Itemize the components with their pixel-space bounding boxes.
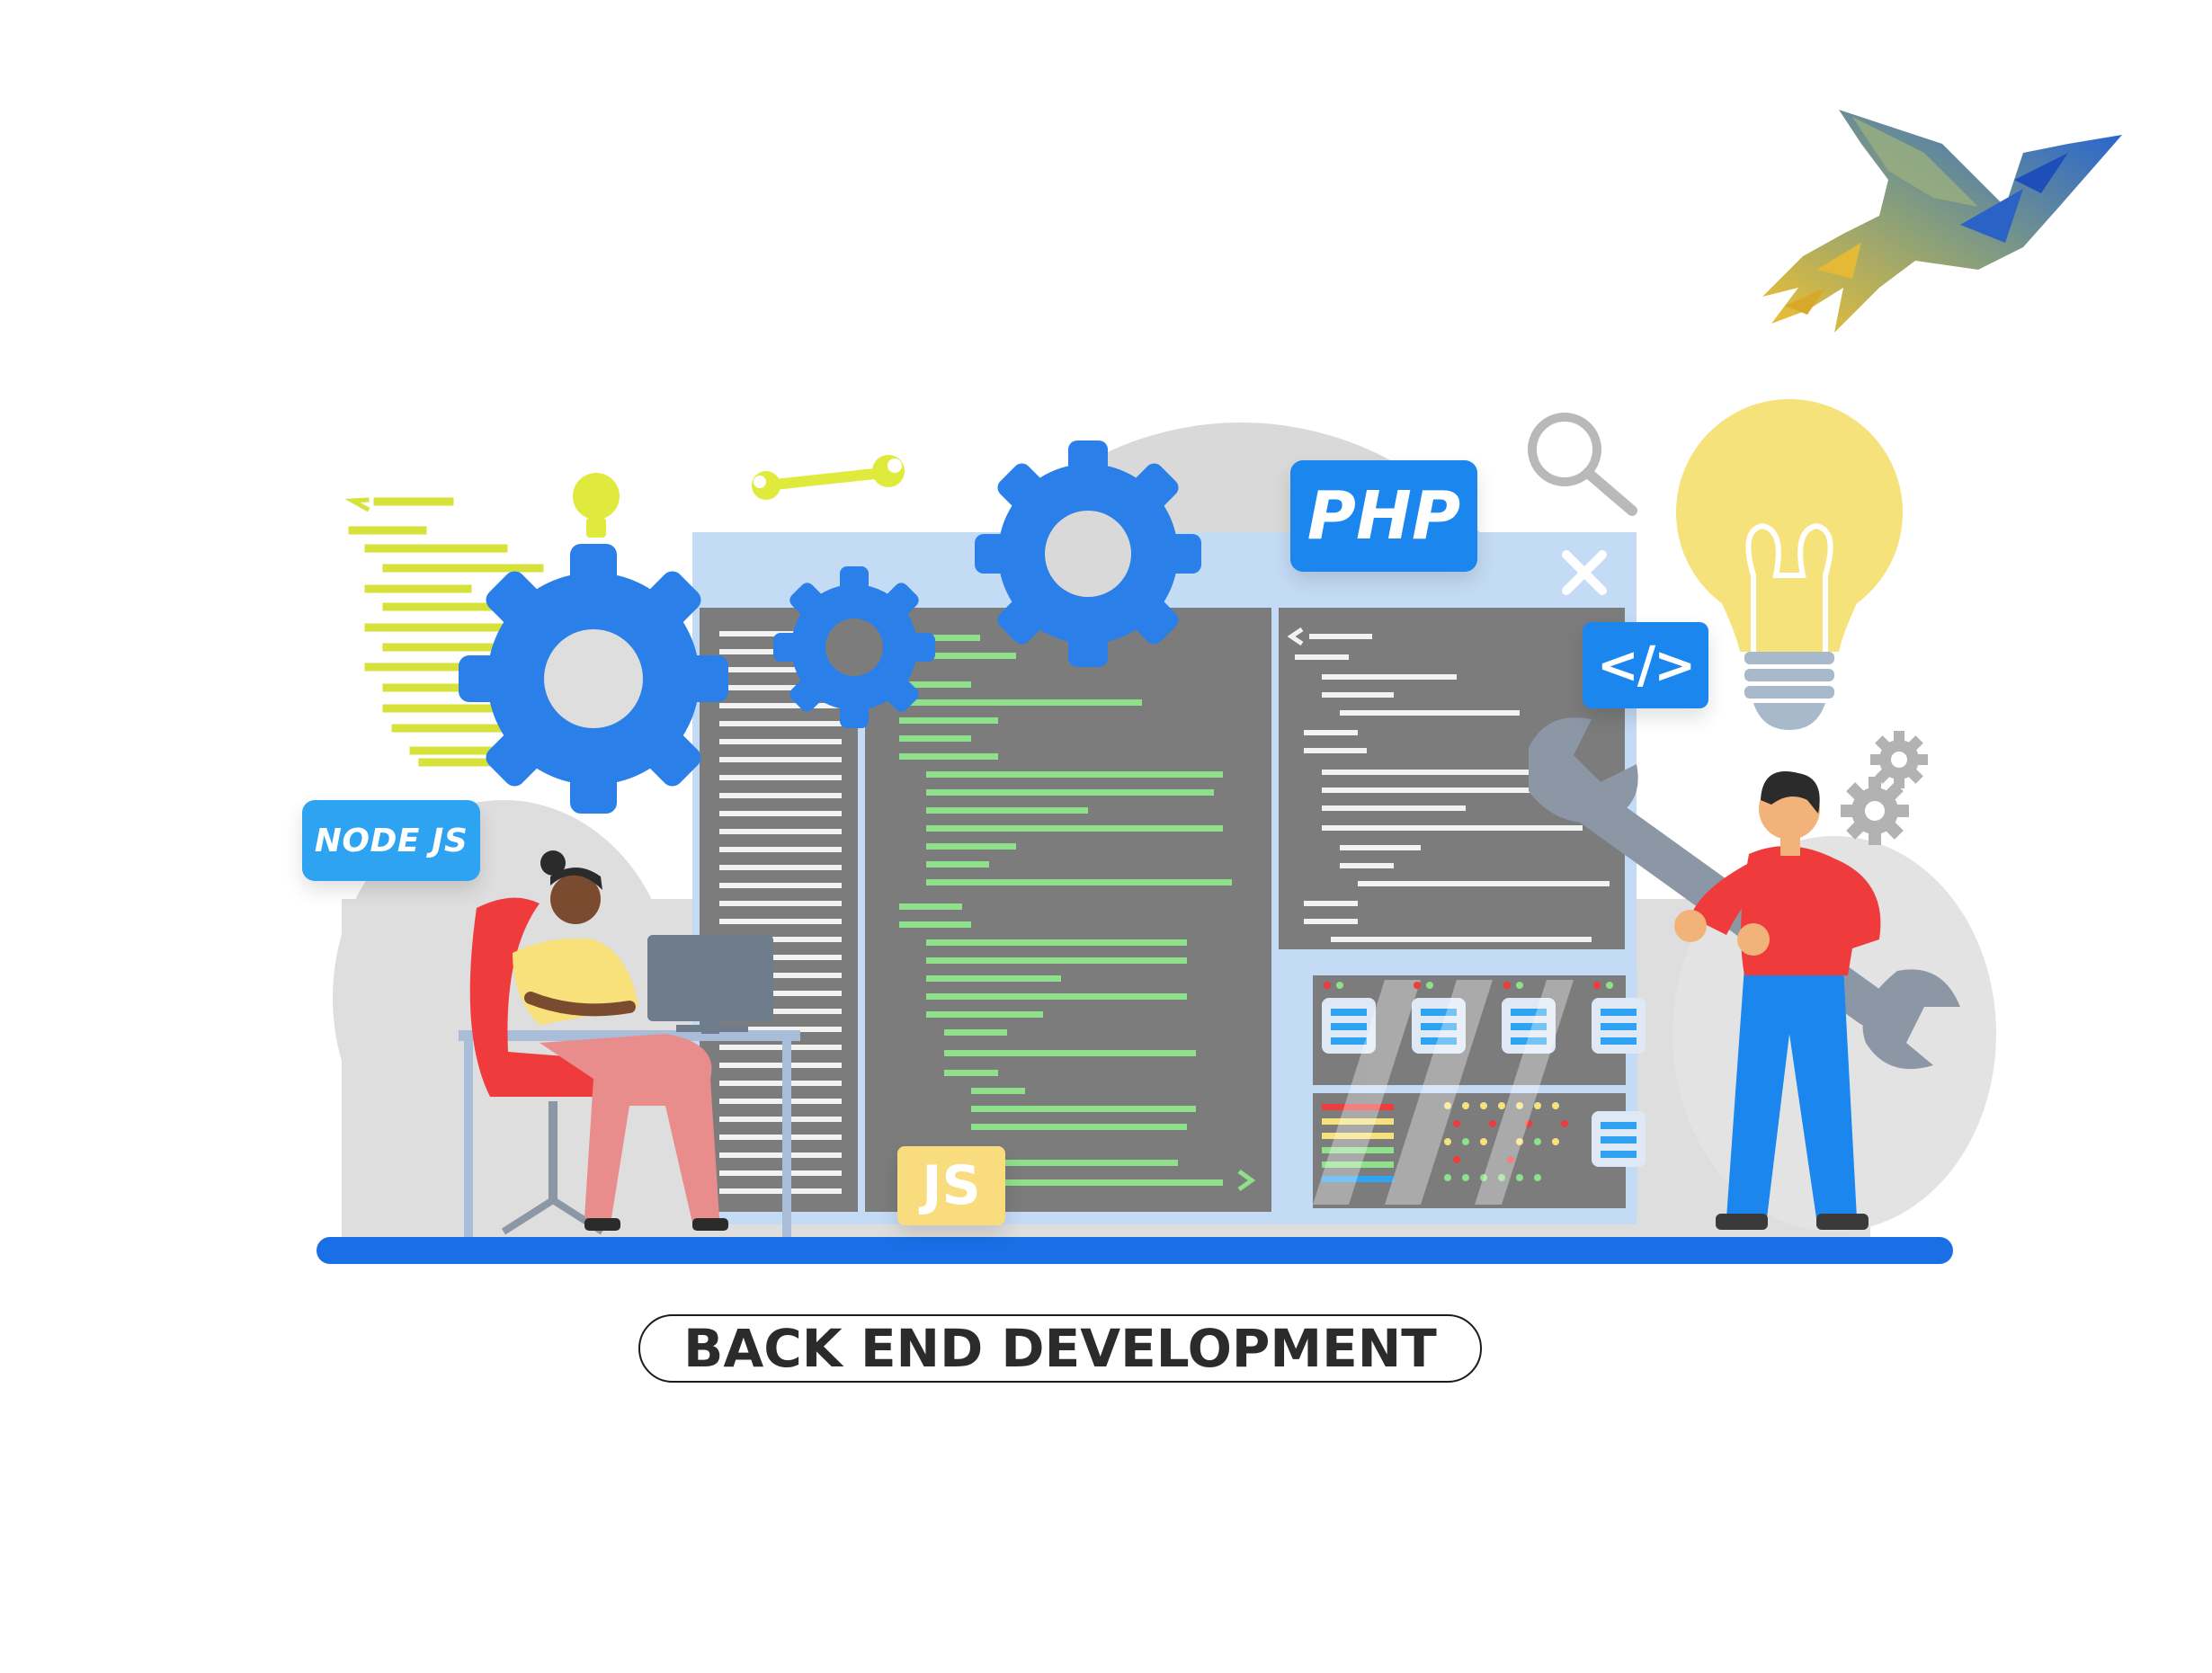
caption-pill: BACK END DEVELOPMENT xyxy=(638,1314,1482,1383)
lightbulb-icon xyxy=(1676,399,1903,730)
magnifier-icon xyxy=(1528,413,1637,516)
gear-small-icon xyxy=(1841,731,1928,845)
node-js-label: NODE JS xyxy=(314,822,468,859)
lightbulb-small-icon xyxy=(573,473,620,538)
server-rack xyxy=(1301,962,1646,1223)
gear-icon xyxy=(459,544,728,814)
gear-icon xyxy=(773,566,935,728)
caption-text: BACK END DEVELOPMENT xyxy=(683,1318,1437,1379)
code-tag-badge: </> xyxy=(1583,622,1708,708)
floor-bar xyxy=(317,1237,1953,1264)
php-label: PHP xyxy=(1307,477,1461,555)
js-label: JS xyxy=(922,1154,981,1217)
gear-icon xyxy=(975,440,1201,667)
code-tag-label: </> xyxy=(1596,636,1696,695)
wrench-icon xyxy=(752,455,905,500)
node-js-badge: NODE JS xyxy=(302,800,480,881)
js-badge: JS xyxy=(897,1146,1005,1225)
hummingbird-logo-icon xyxy=(1762,110,2122,333)
illustration-stage: NODE JS PHP JS </> BACK END DEVELOPMENT xyxy=(0,0,2212,1673)
php-badge: PHP xyxy=(1290,460,1477,572)
